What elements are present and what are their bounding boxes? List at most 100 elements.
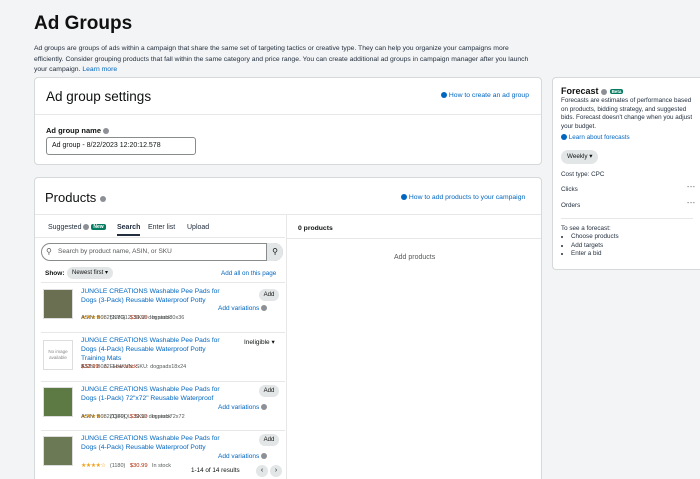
column-divider — [286, 215, 287, 479]
add-all-link[interactable]: Add all on this page — [221, 270, 276, 277]
page-intro: Ad groups are groups of ads within a cam… — [34, 44, 534, 76]
ad-group-name-input[interactable]: Ad group - 8/22/2023 12:20:12.578 — [46, 137, 196, 155]
asin: ASIN: B0825NYG12 — [81, 315, 131, 321]
tab-enter-list[interactable]: Enter list — [148, 224, 175, 231]
add-button[interactable]: Add — [259, 385, 279, 397]
product-search-input[interactable]: Search by product name, ASIN, or SKU — [41, 243, 283, 261]
product-ids: ASIN: B0825NYG12 SKU: dogpads30x36 — [81, 315, 184, 321]
page-title: Ad Groups — [34, 13, 133, 34]
add-variations-link[interactable]: Add variations — [218, 404, 268, 411]
sku: SKU: dogpads18x24 — [135, 364, 187, 370]
clicks-label: Clicks — [561, 186, 578, 193]
help-icon — [561, 134, 567, 141]
tab-search[interactable]: Search — [117, 224, 141, 236]
prev-page-button[interactable]: ‹ — [256, 465, 268, 477]
how-to-add-products-link[interactable]: How to add products to your campaign — [401, 194, 525, 201]
product-title[interactable]: JUNGLE CREATIONS Washable Pee Pads for D… — [81, 434, 221, 452]
how-to-add-products-text: How to add products to your campaign — [408, 194, 526, 201]
stock-status: In stock — [152, 463, 171, 469]
sort-value: Newest first — [72, 270, 104, 276]
chevron-right-icon: › — [274, 467, 278, 474]
product-title[interactable]: JUNGLE CREATIONS Washable Pee Pads for D… — [81, 385, 221, 403]
tab-suggested-label: Suggested — [48, 224, 82, 231]
info-icon — [601, 88, 608, 95]
step-enter-bid: Enter a bid — [571, 250, 619, 259]
add-variations-link[interactable]: Add variations — [218, 453, 268, 460]
add-variations-text: Add variations — [218, 453, 260, 460]
orders-value: --- — [687, 200, 696, 207]
list-item: No image available JUNGLE CREATIONS Wash… — [41, 334, 285, 380]
period-value: Weekly — [567, 153, 588, 160]
add-variations-link[interactable]: Add variations — [218, 305, 268, 312]
forecast-title-text: Forecast — [561, 86, 599, 96]
forecast-steps: Choose products Add targets Enter a bid — [555, 233, 619, 259]
how-to-create-link[interactable]: How to create an ad group — [441, 92, 529, 99]
divider — [41, 332, 285, 333]
chevron-down-icon: ▾ — [105, 270, 109, 276]
step-add-targets: Add targets — [571, 242, 619, 251]
learn-more-link[interactable]: Learn more — [82, 66, 117, 73]
list-item: JUNGLE CREATIONS Washable Pee Pads for D… — [41, 432, 285, 469]
forecast-panel: Forecast Beta Forecasts are estimates of… — [552, 77, 700, 270]
divider — [561, 218, 693, 219]
products-heading: Products — [45, 190, 106, 205]
step-choose-products: Choose products — [571, 233, 619, 242]
chevron-left-icon: ‹ — [260, 467, 264, 474]
help-icon — [441, 92, 447, 99]
info-icon — [99, 195, 106, 202]
cost-type: Cost type: CPC — [561, 171, 605, 178]
info-icon — [261, 305, 268, 312]
chevron-down-icon: ▾ — [589, 153, 593, 160]
tab-suggested[interactable]: Suggested New — [48, 224, 106, 231]
info-icon — [103, 128, 110, 135]
divider — [35, 214, 541, 215]
sku: SKU: dogpads30x36 — [133, 315, 185, 321]
list-item: JUNGLE CREATIONS Washable Pee Pads for D… — [41, 383, 285, 429]
ineligible-dropdown[interactable]: Ineligible ▾ — [244, 338, 275, 346]
products-card: Products How to add products to your cam… — [34, 177, 542, 479]
product-title[interactable]: JUNGLE CREATIONS Washable Pee Pads for D… — [81, 287, 221, 305]
products-heading-text: Products — [45, 190, 97, 205]
learn-about-forecasts-link[interactable]: Learn about forecasts — [561, 134, 630, 141]
asin: ASIN: B082ZQF9QL — [81, 414, 132, 420]
sort-dropdown[interactable]: Newest first ▾ — [67, 267, 114, 279]
next-page-button[interactable]: › — [270, 465, 282, 477]
star-rating-icon: ★★★★☆ — [81, 463, 106, 469]
period-dropdown[interactable]: Weekly ▾ — [561, 150, 599, 164]
product-meta: ★★★★☆ (1180) $30.99 In stock — [81, 454, 171, 472]
magnifier-icon: ⚲ — [272, 247, 278, 256]
selected-products-count: 0 products — [298, 225, 333, 232]
learn-about-forecasts-text: Learn about forecasts — [568, 134, 630, 141]
tabs-divider — [35, 237, 285, 238]
price: $30.99 — [129, 463, 148, 469]
name-label-text: Ad group name — [46, 126, 102, 135]
search-placeholder: Search by product name, ASIN, or SKU — [58, 248, 172, 255]
product-thumbnail — [43, 436, 73, 466]
add-variations-text: Add variations — [218, 305, 260, 312]
forecast-description: Forecasts are estimates of performance b… — [561, 97, 693, 130]
ad-group-settings-card: Ad group settings How to create an ad gr… — [34, 77, 542, 165]
asin: ASIN: B082EHHKVN — [81, 364, 133, 370]
pagination-status: 1-14 of 14 results — [191, 467, 240, 474]
divider — [41, 430, 285, 431]
search-button[interactable]: ⚲ — [266, 243, 283, 261]
review-count: (1180) — [109, 463, 126, 469]
ineligible-label: Ineligible — [244, 339, 270, 346]
help-icon — [401, 194, 407, 201]
ad-group-name-label: Ad group name — [46, 126, 110, 135]
forecast-title: Forecast Beta — [561, 86, 624, 96]
show-label: Show: — [45, 270, 65, 277]
sku: SKU: dogpads72x72 — [134, 414, 185, 420]
add-button[interactable]: Add — [259, 289, 279, 301]
add-button[interactable]: Add — [259, 434, 279, 446]
no-image-placeholder: No image available — [43, 340, 73, 370]
tab-upload[interactable]: Upload — [187, 224, 209, 231]
info-icon — [83, 224, 90, 231]
info-icon — [261, 453, 268, 460]
divider — [41, 282, 285, 283]
divider — [41, 381, 285, 382]
orders-label: Orders — [561, 202, 581, 209]
list-item: JUNGLE CREATIONS Washable Pee Pads for D… — [41, 285, 285, 331]
divider — [287, 238, 541, 239]
clicks-value: --- — [687, 184, 696, 191]
